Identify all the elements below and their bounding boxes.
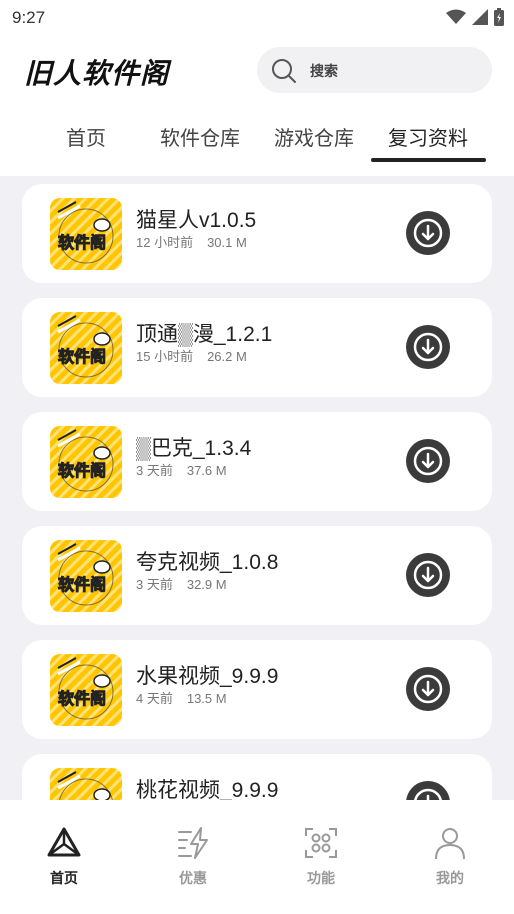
battery-icon bbox=[494, 8, 504, 26]
app-meta: 15 小时前 26.2 M bbox=[136, 346, 247, 365]
app-meta: 3 天前 32.9 M bbox=[136, 574, 227, 593]
nav-home-label: 首页 bbox=[50, 870, 78, 886]
search-icon bbox=[272, 59, 296, 83]
app-name: ▒巴克_1.3.4 bbox=[136, 437, 252, 460]
app-name: 夸克视频_1.0.8 bbox=[136, 551, 279, 574]
app-size: 30.1 M bbox=[207, 235, 247, 250]
app-icon-label: 软件阁 bbox=[57, 461, 107, 481]
nav-features[interactable]: 功能 bbox=[281, 826, 361, 888]
download-button[interactable] bbox=[406, 211, 450, 255]
app-size: 13.5 M bbox=[186, 691, 227, 706]
app-icon-label: 软件阁 bbox=[57, 689, 107, 709]
search-placeholder: 搜索 bbox=[310, 63, 338, 79]
app-icon-label: 软件阁 bbox=[57, 347, 107, 367]
app-meta: 3 天前 37.6 M bbox=[136, 460, 227, 479]
app-name: 猫星人v1.0.5 bbox=[136, 209, 257, 232]
user-icon bbox=[435, 828, 465, 860]
app-size: 37.6 M bbox=[186, 463, 227, 478]
nav-home[interactable]: 首页 bbox=[24, 826, 104, 888]
download-icon bbox=[413, 560, 443, 590]
app-icon: 软件阁 bbox=[50, 768, 122, 800]
nav-profile[interactable]: 我的 bbox=[410, 826, 490, 888]
header: 旧人软件阁 搜索 bbox=[0, 34, 514, 106]
app-updated-time: 3 天前 bbox=[136, 577, 173, 592]
home-triangle-icon bbox=[47, 827, 81, 857]
app-card[interactable]: 软件阁 夸克视频_1.0.8 3 天前 32.9 M bbox=[22, 526, 492, 625]
bolt-icon bbox=[178, 827, 208, 859]
app-card[interactable]: 软件阁 ▒巴克_1.3.4 3 天前 37.6 M bbox=[22, 412, 492, 511]
active-tab-indicator bbox=[371, 158, 486, 162]
download-button[interactable] bbox=[406, 553, 450, 597]
app-icon-label: 软件阁 bbox=[57, 575, 107, 595]
app-name: 水果视频_9.9.9 bbox=[136, 665, 279, 688]
download-icon bbox=[413, 674, 443, 704]
app-updated-time: 12 小时前 bbox=[136, 235, 194, 250]
app-icon-label: 软件阁 bbox=[57, 233, 107, 253]
app-size: 32.9 M bbox=[186, 577, 227, 592]
category-tabs: 首页 软件仓库 游戏仓库 复习资料 bbox=[0, 108, 514, 164]
app-icon: 软件阁 bbox=[50, 312, 122, 384]
download-button[interactable] bbox=[406, 667, 450, 711]
download-icon bbox=[413, 446, 443, 476]
grid-icon bbox=[305, 828, 337, 858]
app-meta: 4 天前 13.5 M bbox=[136, 688, 227, 707]
app-name: 桃花视频_9.9.9 bbox=[136, 779, 279, 800]
bottom-nav: 首页 优惠 功能 我的 bbox=[0, 800, 514, 914]
app-size: 26.2 M bbox=[207, 349, 247, 364]
status-time: 9:27 bbox=[12, 8, 46, 27]
app-card[interactable]: 软件阁 水果视频_9.9.9 4 天前 13.5 M bbox=[22, 640, 492, 739]
status-bar: 9:27 bbox=[0, 0, 514, 34]
nav-deals-label: 优惠 bbox=[179, 870, 207, 886]
download-icon bbox=[413, 218, 443, 248]
app-name: 顶通▒漫_1.2.1 bbox=[136, 323, 273, 346]
app-icon: 软件阁 bbox=[50, 654, 122, 726]
tab-home[interactable]: 首页 bbox=[46, 122, 126, 151]
app-meta: 12 小时前 30.1 M bbox=[136, 232, 247, 251]
search-input[interactable]: 搜索 bbox=[257, 47, 492, 93]
app-icon: 软件阁 bbox=[50, 540, 122, 612]
app-icon: 软件阁 bbox=[50, 426, 122, 498]
signal-icon bbox=[472, 9, 488, 25]
app-icon: 软件阁 bbox=[50, 198, 122, 270]
download-icon bbox=[413, 332, 443, 362]
app-updated-time: 3 天前 bbox=[136, 463, 173, 478]
nav-deals[interactable]: 优惠 bbox=[153, 826, 233, 888]
app-card[interactable]: 软件阁 桃花视频_9.9.9 bbox=[22, 754, 492, 800]
nav-features-label: 功能 bbox=[307, 870, 335, 886]
app-card[interactable]: 软件阁 顶通▒漫_1.2.1 15 小时前 26.2 M bbox=[22, 298, 492, 397]
app-updated-time: 4 天前 bbox=[136, 691, 173, 706]
tab-game-repo[interactable]: 游戏仓库 bbox=[266, 122, 362, 151]
nav-profile-label: 我的 bbox=[436, 870, 464, 886]
wifi-icon bbox=[446, 9, 466, 24]
status-icons bbox=[446, 8, 504, 26]
tab-study-materials[interactable]: 复习资料 bbox=[380, 122, 476, 151]
app-card[interactable]: 软件阁 猫星人v1.0.5 12 小时前 30.1 M bbox=[22, 184, 492, 283]
app-list: 软件阁 猫星人v1.0.5 12 小时前 30.1 M 软件阁 顶通▒漫_1.2… bbox=[0, 176, 514, 800]
app-logo: 旧人软件阁 bbox=[24, 57, 170, 90]
app-updated-time: 15 小时前 bbox=[136, 349, 194, 364]
download-button[interactable] bbox=[406, 781, 450, 800]
tab-software-repo[interactable]: 软件仓库 bbox=[152, 122, 248, 151]
download-button[interactable] bbox=[406, 439, 450, 483]
download-icon bbox=[414, 788, 442, 800]
download-button[interactable] bbox=[406, 325, 450, 369]
